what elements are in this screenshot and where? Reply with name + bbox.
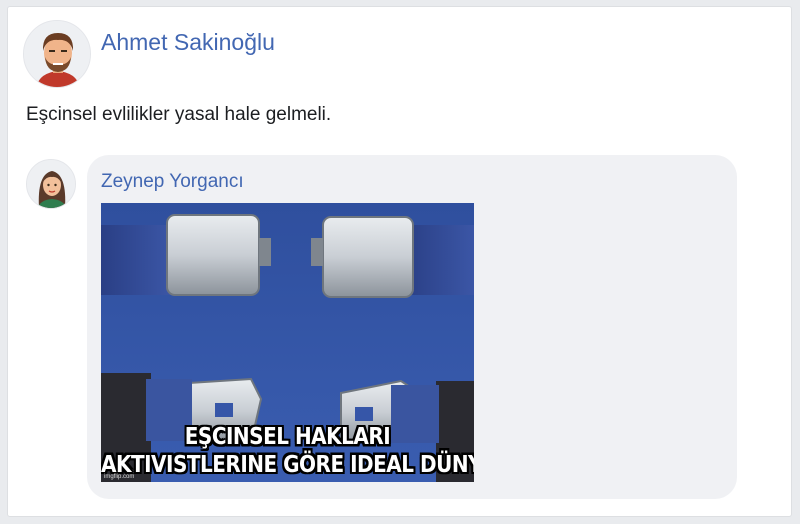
meme-caption-line-1: EŞCINSEL HAKLARI xyxy=(184,422,391,450)
meme-caption-line-2: AKTIVISTLERINE GÖRE IDEAL DÜNYA. xyxy=(101,450,474,478)
female-avatar-icon[interactable] xyxy=(26,159,76,209)
post-card: Ahmet Sakinoğlu Eşcinsel evlilikler yasa… xyxy=(7,6,792,517)
post-text: Eşcinsel evlilikler yasal hale gelmeli. xyxy=(26,104,332,125)
meme-caption: EŞCINSEL HAKLARI AKTIVISTLERINE GÖRE IDE… xyxy=(101,422,474,477)
male-avatar-icon[interactable] xyxy=(23,20,91,88)
post-author-name[interactable]: Ahmet Sakinoğlu xyxy=(101,29,275,56)
meme-image[interactable]: EŞCINSEL HAKLARI AKTIVISTLERINE GÖRE IDE… xyxy=(101,203,474,482)
watermark: imgflip.com xyxy=(104,474,135,480)
reply-bubble: Zeynep Yorgancı EŞCINSEL HAKLARI AKTIVIS… xyxy=(87,155,737,499)
reply-author-name[interactable]: Zeynep Yorgancı xyxy=(101,171,244,193)
